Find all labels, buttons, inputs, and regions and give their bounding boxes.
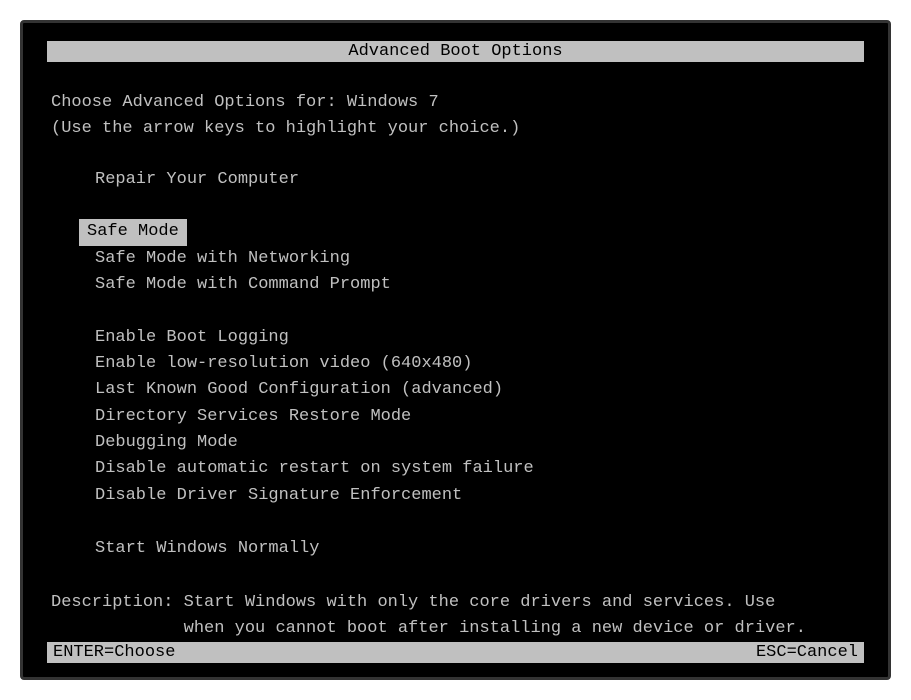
option-disable-auto-restart[interactable]: Disable automatic restart on system fail… <box>87 456 542 482</box>
option-safe-mode[interactable]: Safe Mode <box>79 219 187 245</box>
spacer <box>87 298 860 324</box>
boot-options-screen: Advanced Boot Options Choose Advanced Op… <box>20 20 891 680</box>
description-label: Description: <box>51 593 184 612</box>
option-safe-mode-command-prompt[interactable]: Safe Mode with Command Prompt <box>87 272 399 298</box>
option-safe-mode-networking[interactable]: Safe Mode with Networking <box>87 246 358 272</box>
option-enable-boot-logging[interactable]: Enable Boot Logging <box>87 325 297 351</box>
footer-bar: ENTER=Choose ESC=Cancel <box>47 642 864 663</box>
option-repair-your-computer[interactable]: Repair Your Computer <box>87 167 307 193</box>
boot-options-list[interactable]: Repair Your Computer Safe Mode Safe Mode… <box>51 167 860 562</box>
spacer <box>87 509 860 535</box>
hint-esc-cancel: ESC=Cancel <box>756 643 858 662</box>
option-last-known-good[interactable]: Last Known Good Configuration (advanced) <box>87 377 511 403</box>
option-debugging-mode[interactable]: Debugging Mode <box>87 430 246 456</box>
option-directory-services-restore[interactable]: Directory Services Restore Mode <box>87 404 419 430</box>
option-disable-driver-sig[interactable]: Disable Driver Signature Enforcement <box>87 483 470 509</box>
screen-title: Advanced Boot Options <box>348 42 562 61</box>
option-low-res-video[interactable]: Enable low-resolution video (640x480) <box>87 351 480 377</box>
title-bar: Advanced Boot Options <box>47 41 864 62</box>
spacer <box>87 193 860 219</box>
hint-enter-choose: ENTER=Choose <box>53 643 175 662</box>
instruction-line-1: Choose Advanced Options for: Windows 7 <box>51 90 860 116</box>
instruction-line-2: (Use the arrow keys to highlight your ch… <box>51 116 860 142</box>
option-start-windows-normally[interactable]: Start Windows Normally <box>87 536 327 562</box>
content-area: Choose Advanced Options for: Windows 7 (… <box>23 62 888 643</box>
description-block: Description: Start Windows with only the… <box>51 590 860 643</box>
